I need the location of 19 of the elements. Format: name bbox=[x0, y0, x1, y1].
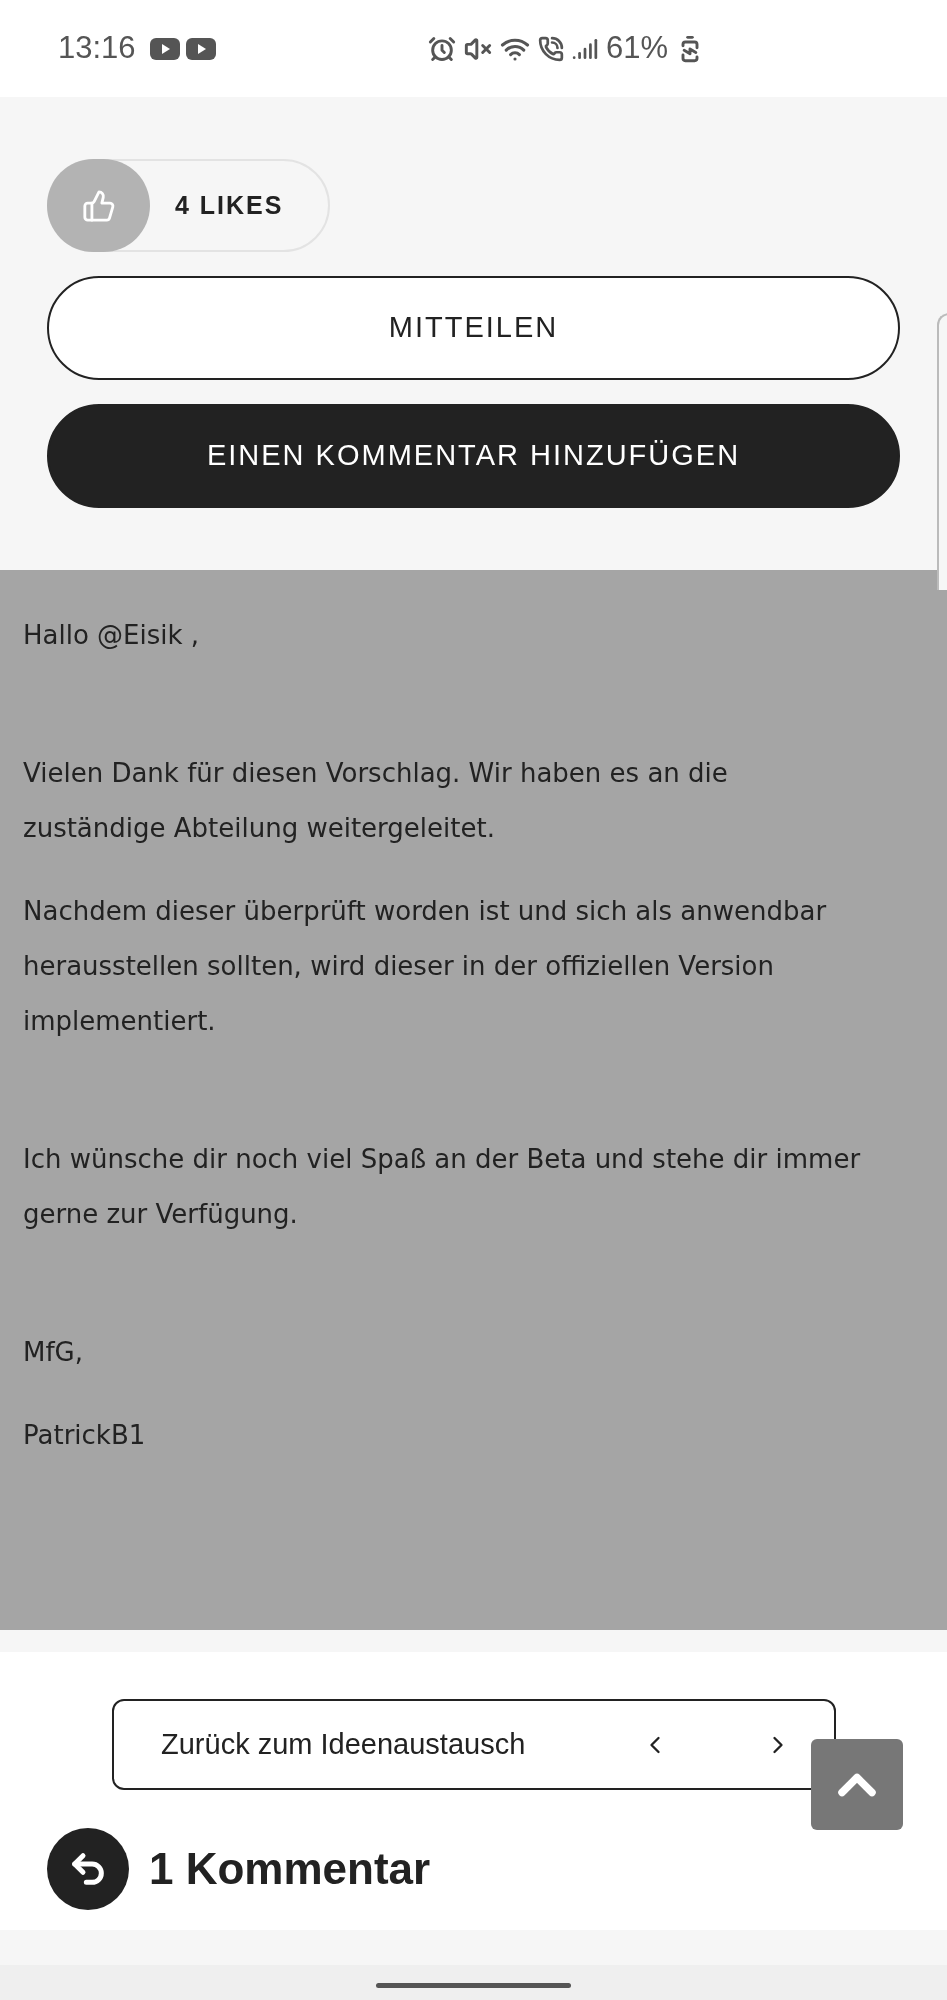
video-play-icon bbox=[149, 37, 180, 60]
battery-percent: 61% bbox=[605, 29, 668, 68]
comments-title: 1 Kommentar bbox=[149, 1843, 431, 1895]
scroll-top-button[interactable] bbox=[811, 1739, 903, 1830]
message-paragraph: Vielen Dank für diesen Vorschlag. Wir haben es an die zuständige Abteilung weitergeleitet. bbox=[23, 757, 729, 845]
like-button[interactable]: 4 LIKES bbox=[47, 159, 330, 252]
message-paragraph: MfG, bbox=[23, 1336, 84, 1369]
share-button[interactable]: MITTEILEN bbox=[47, 276, 900, 380]
message-paragraph: Hallo @Eisik , bbox=[23, 619, 201, 652]
call-icon bbox=[537, 35, 564, 62]
video-play-icon bbox=[185, 37, 216, 60]
alarm-icon bbox=[427, 34, 456, 63]
message-paragraph: PatrickB1 bbox=[23, 1419, 147, 1452]
message-paragraph: Ich wünsche dir noch viel Spaß an der Beta und stehe dir immer gerne zur Verfügung. bbox=[23, 1143, 862, 1231]
status-time: 13:16 bbox=[58, 29, 136, 68]
back-link[interactable]: Zurück zum Ideenaustausch bbox=[161, 1722, 526, 1767]
thumbs-up-icon bbox=[81, 188, 116, 223]
add-comment-button[interactable]: EINEN KOMMENTAR HINZUFÜGEN bbox=[47, 404, 900, 508]
message-paragraph: Nachdem dieser überprüft worden ist und sich als anwendbar herausstellen sollten, wird dieser in der offiziellen Version implementiert. bbox=[23, 895, 828, 1038]
